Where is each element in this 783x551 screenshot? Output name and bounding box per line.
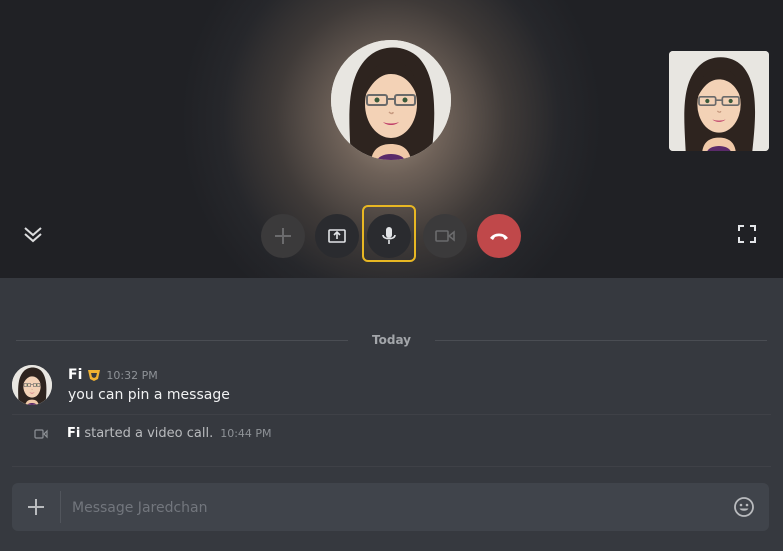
camera-button[interactable] — [423, 214, 467, 258]
composer-separator — [12, 466, 771, 467]
message-separator — [12, 414, 771, 415]
system-message-timestamp: 10:44 PM — [220, 427, 272, 440]
phone-hangup-icon — [490, 233, 508, 240]
message-input[interactable] — [70, 483, 714, 533]
microphone-button[interactable] — [367, 214, 411, 258]
attach-button[interactable] — [12, 483, 60, 531]
date-divider-label: Today — [372, 333, 411, 347]
plus-icon — [28, 499, 44, 515]
system-message-author[interactable]: Fi — [67, 426, 80, 441]
divider-line — [16, 339, 349, 341]
divider-line — [435, 339, 768, 341]
add-button[interactable] — [261, 214, 305, 258]
date-divider: Today — [16, 330, 768, 350]
remote-user-avatar — [331, 40, 451, 160]
message-header: Fi 10:32 PM — [68, 367, 158, 383]
hypesquad-badge-icon[interactable] — [87, 368, 101, 382]
message-text: you can pin a message — [68, 387, 230, 403]
video-camera-icon — [435, 230, 455, 242]
screen-share-button[interactable] — [315, 214, 359, 258]
plus-icon — [275, 228, 291, 244]
system-message: Fi started a video call. 10:44 PM — [34, 426, 272, 441]
self-video-preview[interactable] — [669, 51, 769, 151]
system-message-text: started a video call. — [84, 426, 214, 441]
screen-share-icon — [328, 229, 346, 243]
message-composer — [12, 483, 769, 533]
emoji-smile-icon[interactable] — [733, 496, 755, 518]
chevrons-down-icon — [24, 227, 42, 243]
call-view — [0, 0, 783, 278]
fullscreen-icon — [738, 225, 756, 243]
microphone-icon — [382, 227, 396, 244]
message-author[interactable]: Fi — [68, 367, 82, 383]
message-author-avatar[interactable] — [12, 365, 52, 405]
composer-divider — [60, 491, 61, 523]
end-call-button[interactable] — [477, 214, 521, 258]
fullscreen-button[interactable] — [737, 224, 759, 246]
video-camera-icon — [34, 428, 48, 439]
message-timestamp: 10:32 PM — [106, 368, 158, 382]
collapse-call-button[interactable] — [22, 223, 44, 245]
